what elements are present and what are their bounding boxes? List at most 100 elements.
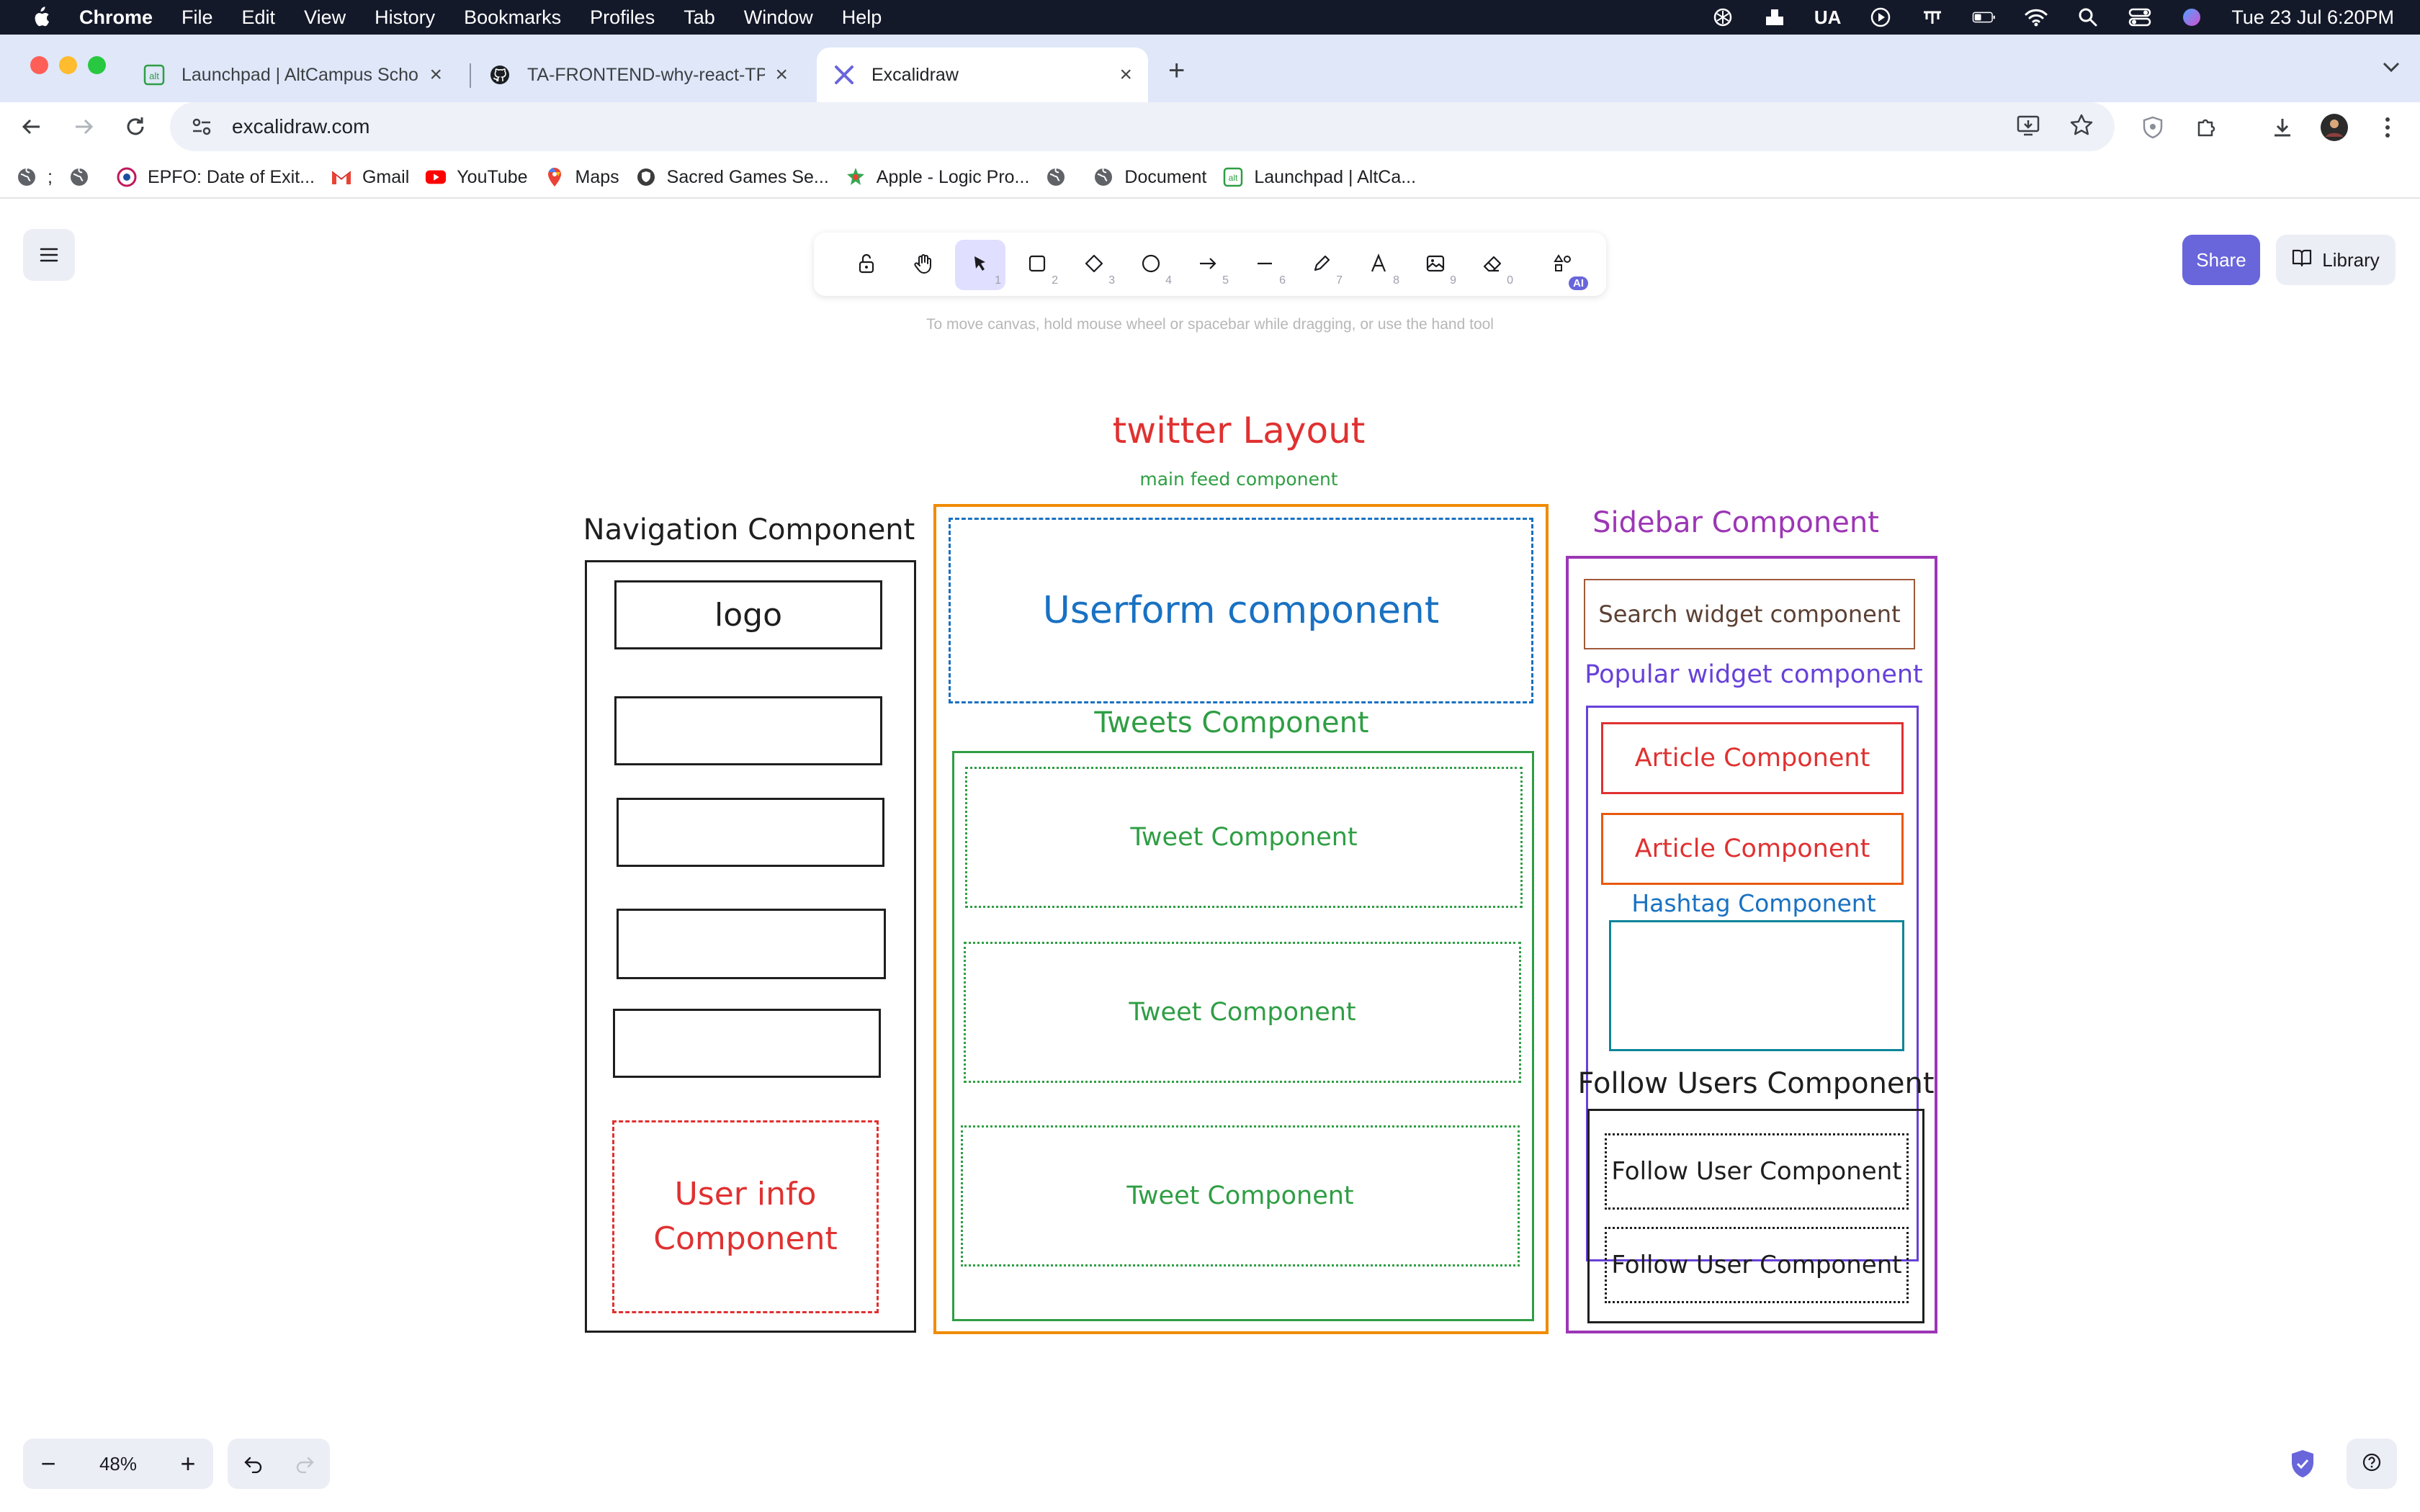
address-bar[interactable]: excalidraw.com [170,102,2115,151]
bookmark-label: Document [1124,166,1207,187]
window-minimize-button[interactable] [59,56,77,74]
battery-icon[interactable] [1972,6,1996,28]
follow-user-component-box[interactable]: Follow User Component [1605,1133,1909,1210]
tweets-component-label[interactable]: Tweets Component [1052,704,1412,742]
tab-launchpad[interactable]: alt Launchpad | AltCampus School × [127,48,458,102]
tab-github[interactable]: TA-FRONTEND-why-react-TP × [472,48,804,102]
menu-help[interactable]: Help [842,6,882,29]
menu-view[interactable]: View [304,6,346,29]
tab-excalidraw[interactable]: Excalidraw × [817,48,1148,102]
hashtag-component-label[interactable]: Hashtag Component [1606,886,1901,919]
menu-tab[interactable]: Tab [684,6,715,29]
bookmark-item[interactable]: Gmail [331,166,409,188]
bookmark-label: Sacred Games Se... [666,166,829,187]
chatgpt-icon[interactable] [1711,6,1735,28]
nav-item-box[interactable] [614,696,882,765]
zoom-out-button[interactable]: − [23,1439,73,1489]
altcampus-icon: alt [143,63,166,86]
apple-icon[interactable] [26,6,55,29]
maps-icon [544,166,565,188]
tweet-component-box[interactable]: Tweet Component [965,767,1523,908]
navigation-component-label[interactable]: Navigation Component [576,510,922,550]
bookmark-star-icon[interactable] [2069,112,2094,142]
chrome-menu-kebab-icon[interactable] [2371,111,2404,144]
encryption-shield-icon[interactable] [2283,1444,2322,1483]
clock[interactable]: Tue 23 Jul 6:20PM [2231,6,2394,29]
userform-component-box[interactable]: Userform component [949,518,1533,703]
article-component-box[interactable]: Article Component [1601,722,1904,794]
bookmark-item[interactable]: Document [1093,166,1206,188]
nav-item-box[interactable] [613,1009,881,1078]
bookmark-label: Apple - Logic Pro... [876,166,1030,187]
follow-users-component-label[interactable]: Follow Users Component [1577,1064,1934,1103]
main-feed-label[interactable]: main feed component [1044,467,1433,491]
excalidraw-app: 1 2 3 4 5 6 7 8 9 0 AI To move canvas, h… [0,200,2420,1512]
menu-edit[interactable]: Edit [242,6,276,29]
sidebar-component-label[interactable]: Sidebar Component [1563,503,1909,543]
bookmark-item[interactable] [1045,166,1077,188]
drawing-title[interactable]: twitter Layout [1008,409,1469,452]
svg-text:alt: alt [149,71,159,81]
menu-app-name[interactable]: Chrome [79,6,153,29]
user-info-component-box[interactable]: User info Component [612,1120,879,1313]
globe-icon [1093,166,1114,188]
popular-widget-component-label[interactable]: Popular widget component [1577,658,1930,691]
redo-icon[interactable] [279,1439,330,1489]
bookmark-item[interactable]: Apple - Logic Pro... [845,166,1030,188]
article-component-box[interactable]: Article Component [1601,813,1904,885]
wifi-icon[interactable] [2024,6,2048,28]
follow-user-component-box[interactable]: Follow User Component [1605,1227,1909,1303]
menu-file[interactable]: File [182,6,213,29]
bookmark-item[interactable]: YouTube [425,166,528,188]
bookmark-label: YouTube [457,166,528,187]
back-arrow-icon[interactable] [14,109,49,144]
bookmark-item[interactable]: Maps [544,166,619,188]
tweet-component-box[interactable]: Tweet Component [961,1125,1520,1266]
logo-box[interactable]: logo [614,580,882,649]
control-center-icon[interactable] [2128,6,2152,28]
tab-title: TA-FRONTEND-why-react-TP [527,64,765,85]
new-tab-plus-icon[interactable]: + [1168,55,1185,87]
nav-item-box[interactable] [617,798,884,867]
siri-icon[interactable] [2179,6,2204,28]
spotlight-search-icon[interactable] [2076,6,2100,28]
downloads-icon[interactable] [2266,111,2299,144]
tab-close-icon[interactable]: × [429,63,442,87]
zoom-level[interactable]: 48% [73,1453,163,1475]
hashtag-component-box[interactable] [1609,920,1904,1051]
nav-item-box[interactable] [617,909,886,979]
bookmark-item[interactable] [68,166,100,188]
undo-icon[interactable] [228,1439,279,1489]
menu-history[interactable]: History [375,6,435,29]
search-widget-component-box[interactable]: Search widget component [1584,579,1915,649]
bookmark-item[interactable]: alt Launchpad | AltCa... [1222,166,1416,188]
tweet-component-box[interactable]: Tweet Component [964,942,1521,1083]
profile-avatar[interactable] [2318,111,2351,144]
url-text[interactable]: excalidraw.com [232,115,369,138]
install-app-icon[interactable] [2015,112,2041,142]
tab-close-icon[interactable]: × [775,63,788,87]
dock-icon[interactable] [1762,6,1787,28]
input-source-indicator[interactable]: UA [1814,6,1842,29]
tab-search-chevron-icon[interactable] [2381,56,2401,79]
control-icon[interactable] [1920,6,1945,28]
play-icon[interactable] [1868,6,1893,28]
reload-icon[interactable] [118,109,153,144]
menu-window[interactable]: Window [744,6,813,29]
forward-arrow-icon[interactable] [66,109,101,144]
extension-shield-icon[interactable] [2136,111,2169,144]
drawing-canvas[interactable]: twitter Layout main feed component Navig… [0,200,2420,1512]
window-maximize-button[interactable] [88,56,106,74]
zoom-in-button[interactable]: + [163,1439,213,1489]
menu-profiles[interactable]: Profiles [590,6,655,29]
menu-bookmarks[interactable]: Bookmarks [464,6,561,29]
extensions-puzzle-icon[interactable] [2190,111,2223,144]
help-button[interactable] [2347,1439,2397,1489]
site-info-icon[interactable] [187,112,216,141]
bookmark-item[interactable]: ; [16,166,53,188]
window-close-button[interactable] [30,56,48,74]
tab-close-icon[interactable]: × [1119,63,1132,87]
bookmark-item[interactable]: Sacred Games Se... [635,166,829,188]
bookmark-label: EPFO: Date of Exit... [147,166,315,187]
bookmark-item[interactable]: EPFO: Date of Exit... [116,166,315,188]
